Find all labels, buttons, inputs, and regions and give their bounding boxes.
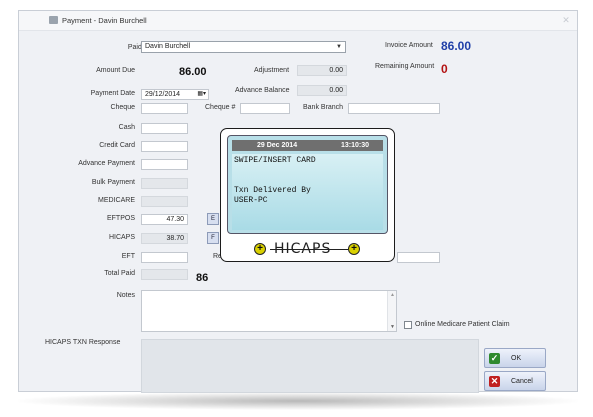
adjustment-field: 0.00	[297, 65, 347, 76]
window-shadow	[18, 392, 578, 410]
eft-label: EFT	[121, 253, 135, 260]
bank-branch-input[interactable]	[348, 103, 440, 114]
advance-balance-label: Advance Balance	[235, 87, 290, 94]
hicaps-field: 38.70	[141, 233, 188, 244]
cheque-input[interactable]	[141, 103, 188, 114]
scroll-down-icon[interactable]: ▼	[390, 324, 395, 330]
terminal-line-2: Txn Delivered By	[234, 186, 311, 195]
cheque-number-label: Cheque #	[205, 104, 236, 111]
online-medicare-checkbox[interactable]	[404, 321, 412, 329]
reference-input[interactable]	[397, 252, 440, 263]
advance-payment-input[interactable]	[141, 159, 188, 170]
window-title: Payment - Davin Burchell	[62, 16, 147, 25]
amount-due-value: 86.00	[179, 66, 207, 78]
online-medicare-label: Online Medicare Patient Claim	[415, 321, 510, 328]
bulk-payment-field	[141, 178, 188, 189]
check-icon: ✓	[489, 353, 500, 364]
hicaps-label: HICAPS	[108, 234, 135, 241]
plus-icon: +	[348, 243, 360, 255]
ok-label: OK	[511, 355, 522, 362]
total-paid-label: Total Paid	[104, 270, 135, 277]
notes-scrollbar[interactable]: ▲ ▼	[387, 291, 396, 331]
total-paid-value: 86	[196, 272, 209, 284]
advance-balance-field: 0.00	[297, 85, 347, 96]
cash-input[interactable]	[141, 123, 188, 134]
notes-textarea[interactable]: ▲ ▼	[141, 290, 397, 332]
terminal-time: 13:10:30	[340, 142, 369, 149]
total-paid-field	[141, 269, 188, 280]
hicaps-txn-response-label: HICAPS TXN Response	[45, 339, 121, 346]
hicaps-logo-text: HICAPS	[274, 241, 332, 257]
scroll-up-icon[interactable]: ▲	[390, 292, 395, 298]
cancel-label: Cancel	[511, 378, 533, 385]
title-bar: Payment - Davin Burchell ✕	[19, 11, 577, 31]
bulk-payment-label: Bulk Payment	[91, 179, 135, 186]
hicaps-terminal-popup: 29 Dec 2014 13:10:30 SWIPE/INSERT CARD T…	[220, 128, 395, 262]
hicaps-txn-response-box	[141, 339, 479, 393]
eftpos-input[interactable]: 47.30	[141, 214, 188, 225]
cash-label: Cash	[118, 124, 135, 131]
window-icon	[49, 16, 58, 24]
amount-due-label: Amount Due	[96, 67, 135, 74]
chevron-down-icon: ▼	[336, 44, 342, 50]
paid-by-value: Davin Burchell	[145, 43, 191, 50]
payment-date-field[interactable]: 29/12/2014 ▦▾	[141, 89, 209, 100]
hicaps-logo: + HICAPS +	[254, 241, 364, 257]
hicaps-button[interactable]: F	[207, 232, 219, 244]
plus-icon: +	[254, 243, 266, 255]
cancel-button[interactable]: ✕ Cancel	[484, 371, 546, 391]
bank-branch-label: Bank Branch	[303, 104, 344, 111]
cheque-label: Cheque	[110, 104, 135, 111]
eftpos-button[interactable]: E	[207, 213, 219, 225]
paid-by-select[interactable]: Davin Burchell ▼	[141, 41, 346, 53]
eft-input[interactable]	[141, 252, 188, 263]
remaining-amount-value: 0	[441, 62, 448, 76]
advance-payment-label: Advance Payment	[78, 160, 135, 167]
terminal-line-3: USER-PC	[234, 196, 268, 205]
eftpos-label: EFTPOS	[106, 215, 135, 222]
medicare-field	[141, 196, 188, 207]
invoice-amount-label: Invoice Amount	[385, 42, 433, 49]
close-icon[interactable]: ✕	[561, 15, 571, 25]
adjustment-label: Adjustment	[254, 67, 290, 74]
cross-icon: ✕	[489, 376, 500, 387]
payment-date-value: 29/12/2014	[145, 91, 181, 98]
terminal-date: 29 Dec 2014	[257, 142, 298, 149]
credit-card-input[interactable]	[141, 141, 188, 152]
credit-card-label: Credit Card	[99, 142, 135, 149]
cheque-number-input[interactable]	[240, 103, 290, 114]
payment-date-label: Payment Date	[90, 90, 135, 97]
terminal-screen: 29 Dec 2014 13:10:30 SWIPE/INSERT CARD T…	[227, 135, 388, 234]
medicare-label: MEDICARE	[98, 197, 135, 204]
notes-label: Notes	[116, 292, 135, 299]
invoice-amount-value: 86.00	[441, 39, 472, 53]
terminal-line-1: SWIPE/INSERT CARD	[234, 156, 316, 165]
remaining-amount-label: Remaining Amount	[375, 63, 435, 70]
ok-button[interactable]: ✓ OK	[484, 348, 546, 368]
terminal-display: SWIPE/INSERT CARD Txn Delivered By USER-…	[232, 154, 383, 230]
calendar-icon[interactable]: ▦▾	[197, 90, 206, 99]
terminal-header: 29 Dec 2014 13:10:30	[232, 140, 383, 151]
